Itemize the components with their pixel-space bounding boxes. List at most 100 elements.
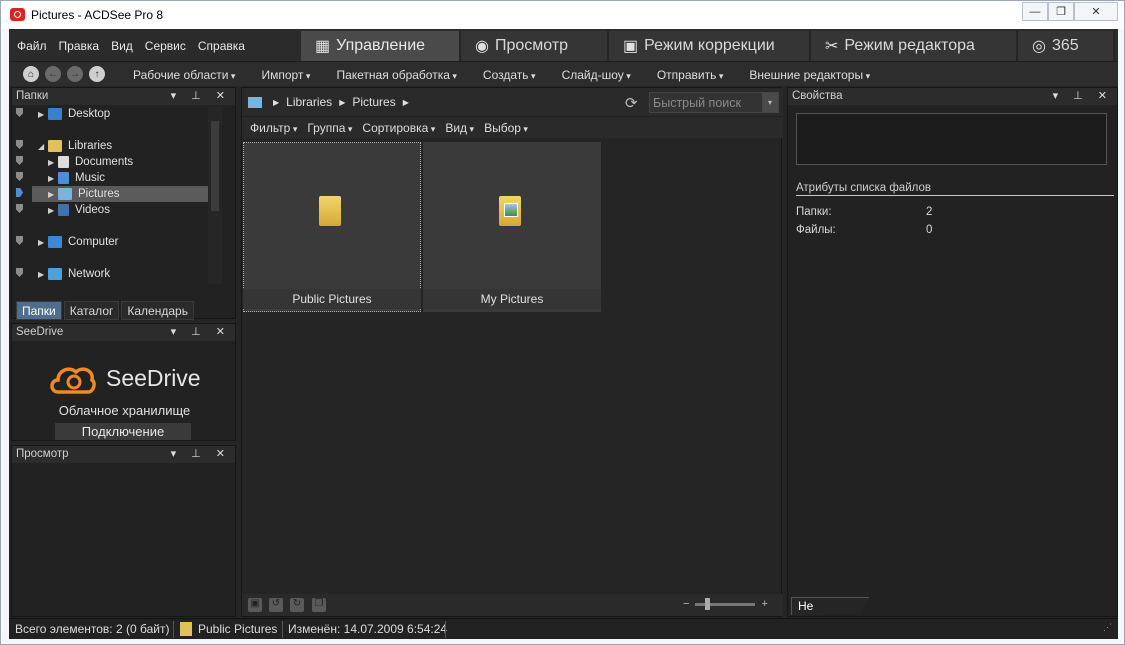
back-icon[interactable]: ← [45,66,61,82]
slideshow-menu[interactable]: Слайд-шоу [562,68,631,82]
pin-icon[interactable] [16,204,23,213]
panel-controls-icon[interactable]: ▾ ⊥ ✕ [171,89,231,102]
thumbnail-item[interactable]: My Pictures [423,142,601,312]
tab-develop[interactable]: ▣ Режим коррекции [609,31,811,61]
tab-365[interactable]: ◎ 365 [1018,31,1115,61]
tree-item-computer[interactable]: ▶ Computer [38,234,218,250]
attribute-row: Папки: 2 [796,206,933,218]
pin-icon[interactable] [16,108,23,117]
expand-icon[interactable]: ▶ [48,206,58,215]
panel-controls-icon[interactable]: ▾ ⊥ ✕ [171,447,231,460]
view-menu[interactable]: Вид [445,121,474,135]
breadcrumb-pictures[interactable]: Pictures [352,95,395,109]
expand-icon[interactable]: ▶ [48,190,58,199]
tab-catalog[interactable]: Каталог [63,301,120,320]
minimize-button[interactable]: — [1022,2,1048,21]
breadcrumb-libraries[interactable]: Libraries [286,95,332,109]
tree-item-documents[interactable]: ▶ Documents [48,154,218,170]
menu-edit[interactable]: Правка [59,39,100,53]
home-icon[interactable]: ⌂ [23,66,39,82]
tree-item-pictures[interactable]: ▶ Pictures [32,186,218,202]
expand-icon[interactable]: ▶ [48,174,58,183]
tab-manage[interactable]: ▦ Управление [301,31,461,61]
batch-menu[interactable]: Пакетная обработка [336,68,456,82]
panel-controls-icon[interactable]: ▾ ⊥ ✕ [171,325,231,338]
import-menu[interactable]: Импорт [261,68,310,82]
menu-view[interactable]: Вид [111,39,133,53]
menu-tools[interactable]: Сервис [145,39,186,53]
tree-item-libraries[interactable]: ◢ Libraries [38,138,218,154]
expand-icon[interactable]: ▶ [48,158,58,167]
expand-icon[interactable]: ▶ [38,238,48,247]
compare-icon[interactable]: ❐ [312,598,326,612]
folders-panel: Папки ▾ ⊥ ✕ ▶ Desktop ◢ Libraries ▶ Document… [11,87,236,320]
external-editors-menu[interactable]: Внешние редакторы [749,68,870,82]
connect-button[interactable]: Подключение [55,423,191,440]
chevron-down-icon[interactable]: ▾ [762,93,778,112]
pin-icon[interactable] [16,140,23,149]
folders-panel-header: Папки ▾ ⊥ ✕ [12,88,235,105]
panel-controls-icon[interactable]: ▾ ⊥ ✕ [1053,89,1113,102]
resize-grip-icon[interactable]: ⋰ [1103,622,1112,633]
zoom-in-icon[interactable]: + [761,598,767,610]
breadcrumb-separator-icon[interactable]: ▶ [339,98,345,107]
zoom-out-icon[interactable]: − [683,598,689,610]
tree-item-desktop[interactable]: ▶ Desktop [38,106,218,122]
rotate-left-icon[interactable]: ↺ [269,598,283,612]
breadcrumb-separator-icon[interactable]: ▶ [403,98,409,107]
seedrive-panel: SeeDrive ▾ ⊥ ✕ SeeDrive Облачное хранилищ… [11,323,236,441]
image-action-icon[interactable]: ▣ [248,598,262,612]
sort-menu[interactable]: Сортировка [362,121,435,135]
tab-folders[interactable]: Папки [16,301,62,320]
pin-icon[interactable] [16,236,23,245]
tree-item-music[interactable]: ▶ Music [48,170,218,186]
tree-item-videos[interactable]: ▶ Videos [48,202,218,218]
breadcrumb-separator-icon[interactable]: ▶ [273,98,279,107]
expand-icon[interactable]: ▶ [38,110,48,119]
create-menu[interactable]: Создать [483,68,536,82]
tree-item-network[interactable]: ▶ Network [38,266,218,282]
group-menu[interactable]: Группа [307,121,352,135]
status-current: Public Pictures [198,622,278,636]
pin-icon[interactable] [16,156,23,165]
menu-file[interactable]: Файл [17,39,47,53]
status-bar: Всего элементов: 2 (0 байт) Public Pictu… [9,618,1118,639]
grid-icon: ▦ [315,38,331,55]
thumbnail-item[interactable]: Public Pictures [243,142,421,312]
tab-edit[interactable]: ✂ Режим редактора [811,31,1018,61]
documents-icon [58,156,69,168]
send-menu[interactable]: Отправить [657,68,724,82]
seedrive-brand: SeeDrive [106,365,201,391]
expand-icon[interactable]: ▶ [38,270,48,279]
libraries-icon [48,140,62,152]
videos-icon [58,204,69,216]
badge-365-icon: ◎ [1032,38,1046,55]
pin-icon[interactable] [16,172,23,181]
filter-menu[interactable]: Фильтр [250,121,297,135]
tab-view[interactable]: ◉ Просмотр [461,31,609,61]
tab-not-selected[interactable]: Не выбрано [791,597,869,615]
app-window: Pictures - ACDSee Pro 8 — ❐ ✕ Файл Правк… [0,0,1125,645]
zoom-slider-handle[interactable] [705,597,711,610]
folder-tree-scrollbar[interactable] [208,106,222,284]
refresh-icon[interactable]: ⟳ [625,94,638,112]
pin-active-icon[interactable] [16,188,23,197]
maximize-button[interactable]: ❐ [1048,2,1074,21]
attributes-header: Атрибуты списка файлов [796,182,1114,196]
quick-search-input[interactable]: Быстрый поиск ▾ [649,92,779,113]
collapse-icon[interactable]: ◢ [38,142,48,151]
scrollbar-thumb[interactable] [211,121,219,211]
tools-icon: ✂ [825,38,839,55]
close-button[interactable]: ✕ [1074,2,1118,21]
pin-icon[interactable] [16,268,23,277]
folders-panel-tabs: Папки Каталог Календарь [16,301,196,320]
tab-calendar[interactable]: Календарь [121,301,194,320]
up-icon[interactable]: ↑ [89,66,105,82]
select-menu[interactable]: Выбор [484,121,528,135]
forward-icon[interactable]: → [67,66,83,82]
zoom-slider[interactable]: − + [683,597,768,610]
network-icon [48,268,62,280]
rotate-right-icon[interactable]: ↻ [290,598,304,612]
menu-help[interactable]: Справка [198,39,245,53]
workspaces-menu[interactable]: Рабочие области [133,68,235,82]
